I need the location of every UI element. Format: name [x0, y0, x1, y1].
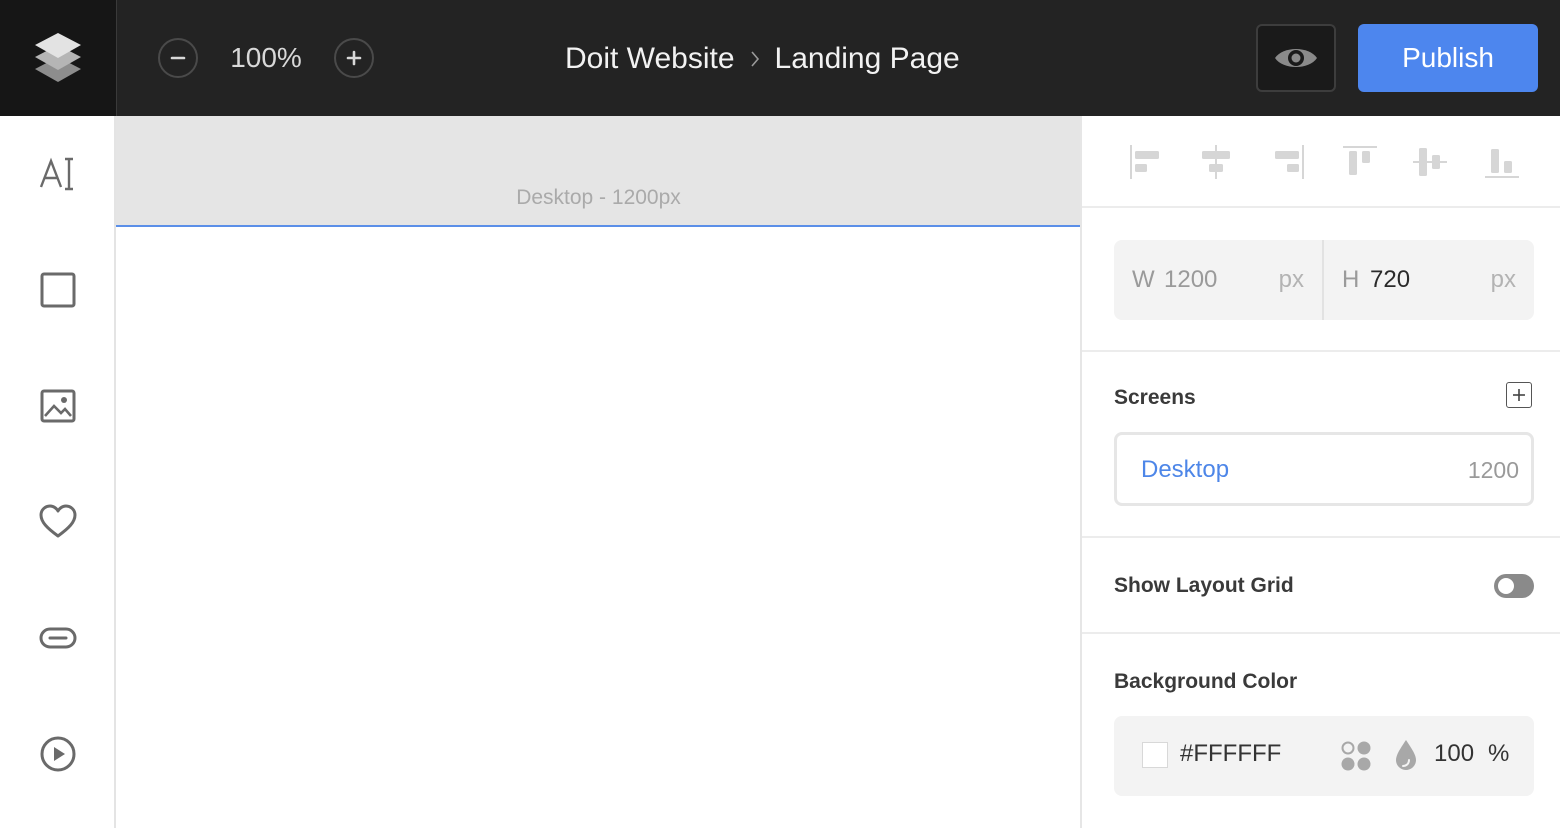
screens-title: Screens	[1114, 386, 1196, 409]
add-screen-button[interactable]	[1506, 382, 1532, 408]
screen-item-desktop[interactable]: Desktop 1200	[1114, 432, 1534, 506]
align-left-icon	[1130, 145, 1159, 179]
align-middle-vertical-button[interactable]	[1410, 142, 1450, 182]
zoom-out-button[interactable]	[158, 38, 198, 78]
image-tool-icon	[40, 389, 76, 423]
palette-icon[interactable]	[1340, 740, 1372, 772]
opacity-input[interactable]: 100	[1434, 740, 1474, 768]
properties-panel: W 1200 px H 720 px Screens Desktop 1200 …	[1080, 116, 1560, 828]
chevron-right-icon	[749, 48, 761, 70]
height-value[interactable]: 720	[1370, 266, 1410, 294]
align-center-horizontal-icon	[1202, 145, 1230, 179]
background-color-field: #FFFFFF 100 %	[1114, 716, 1534, 796]
toggle-knob	[1498, 578, 1514, 594]
color-hex-input[interactable]: #FFFFFF	[1180, 740, 1281, 768]
layers-logo-icon	[35, 33, 81, 82]
height-label: H	[1342, 266, 1360, 293]
screen-name: Desktop	[1141, 456, 1230, 483]
preview-button[interactable]	[1256, 24, 1336, 92]
screens-section: Screens Desktop 1200	[1082, 354, 1560, 538]
app-logo[interactable]	[0, 0, 117, 116]
heart-icon	[39, 504, 77, 538]
dimensions-section: W 1200 px H 720 px	[1082, 210, 1560, 352]
eye-icon	[1275, 49, 1317, 67]
video-tool-icon	[40, 736, 76, 772]
text-tool-icon	[39, 157, 73, 191]
plus-icon	[1513, 389, 1525, 401]
minus-icon	[170, 56, 186, 60]
image-tool[interactable]	[28, 376, 88, 436]
opacity-drop-icon	[1396, 740, 1416, 770]
dimensions-box: W 1200 px H 720 px	[1114, 240, 1534, 320]
align-left-button[interactable]	[1126, 142, 1166, 182]
align-right-button[interactable]	[1268, 142, 1308, 182]
height-unit: px	[1490, 266, 1516, 293]
width-unit: px	[1278, 266, 1304, 293]
height-field[interactable]: H 720 px	[1324, 240, 1534, 320]
button-tool[interactable]	[28, 608, 88, 668]
background-color-section: Background Color #FFFFFF 100 %	[1082, 634, 1560, 828]
opacity-unit: %	[1488, 740, 1510, 767]
zoom-in-button[interactable]	[334, 38, 374, 78]
align-middle-vertical-icon	[1413, 148, 1447, 176]
screen-width: 1200	[1467, 457, 1519, 483]
icon-tool[interactable]	[28, 492, 88, 552]
desktop-frame[interactable]	[116, 229, 1081, 828]
canvas-header: Desktop - 1200px	[116, 116, 1081, 227]
layout-grid-toggle[interactable]	[1494, 574, 1534, 598]
rectangle-tool[interactable]	[28, 260, 88, 320]
breadcrumb-project[interactable]: Doit Website	[565, 42, 735, 76]
left-toolbar	[0, 116, 116, 828]
align-right-icon	[1275, 145, 1304, 179]
width-label: W	[1132, 266, 1155, 293]
width-value[interactable]: 1200	[1164, 266, 1217, 294]
publish-button[interactable]: Publish	[1358, 24, 1538, 92]
breadcrumb: Doit Website Landing Page	[565, 38, 960, 80]
width-field[interactable]: W 1200 px	[1114, 240, 1324, 320]
video-tool[interactable]	[28, 724, 88, 784]
layout-grid-label: Show Layout Grid	[1114, 574, 1294, 597]
button-tool-icon	[39, 627, 77, 649]
alignment-toolbar	[1082, 116, 1560, 208]
breadcrumb-page[interactable]: Landing Page	[775, 42, 960, 76]
plus-icon	[346, 50, 362, 66]
zoom-level[interactable]: 100%	[215, 40, 317, 76]
text-tool[interactable]	[28, 144, 88, 204]
align-center-horizontal-button[interactable]	[1196, 142, 1236, 182]
rectangle-tool-icon	[40, 272, 76, 308]
align-bottom-button[interactable]	[1482, 142, 1522, 182]
frame-label[interactable]: Desktop - 1200px	[116, 186, 1081, 210]
align-bottom-icon	[1485, 149, 1519, 178]
layout-grid-section: Show Layout Grid	[1082, 540, 1560, 634]
top-bar: 100% Doit Website Landing Page Publish	[0, 0, 1560, 116]
align-top-button[interactable]	[1340, 142, 1380, 182]
color-swatch[interactable]	[1142, 742, 1168, 768]
background-color-title: Background Color	[1114, 670, 1298, 693]
canvas[interactable]: Desktop - 1200px	[116, 116, 1081, 828]
align-top-icon	[1343, 146, 1377, 175]
